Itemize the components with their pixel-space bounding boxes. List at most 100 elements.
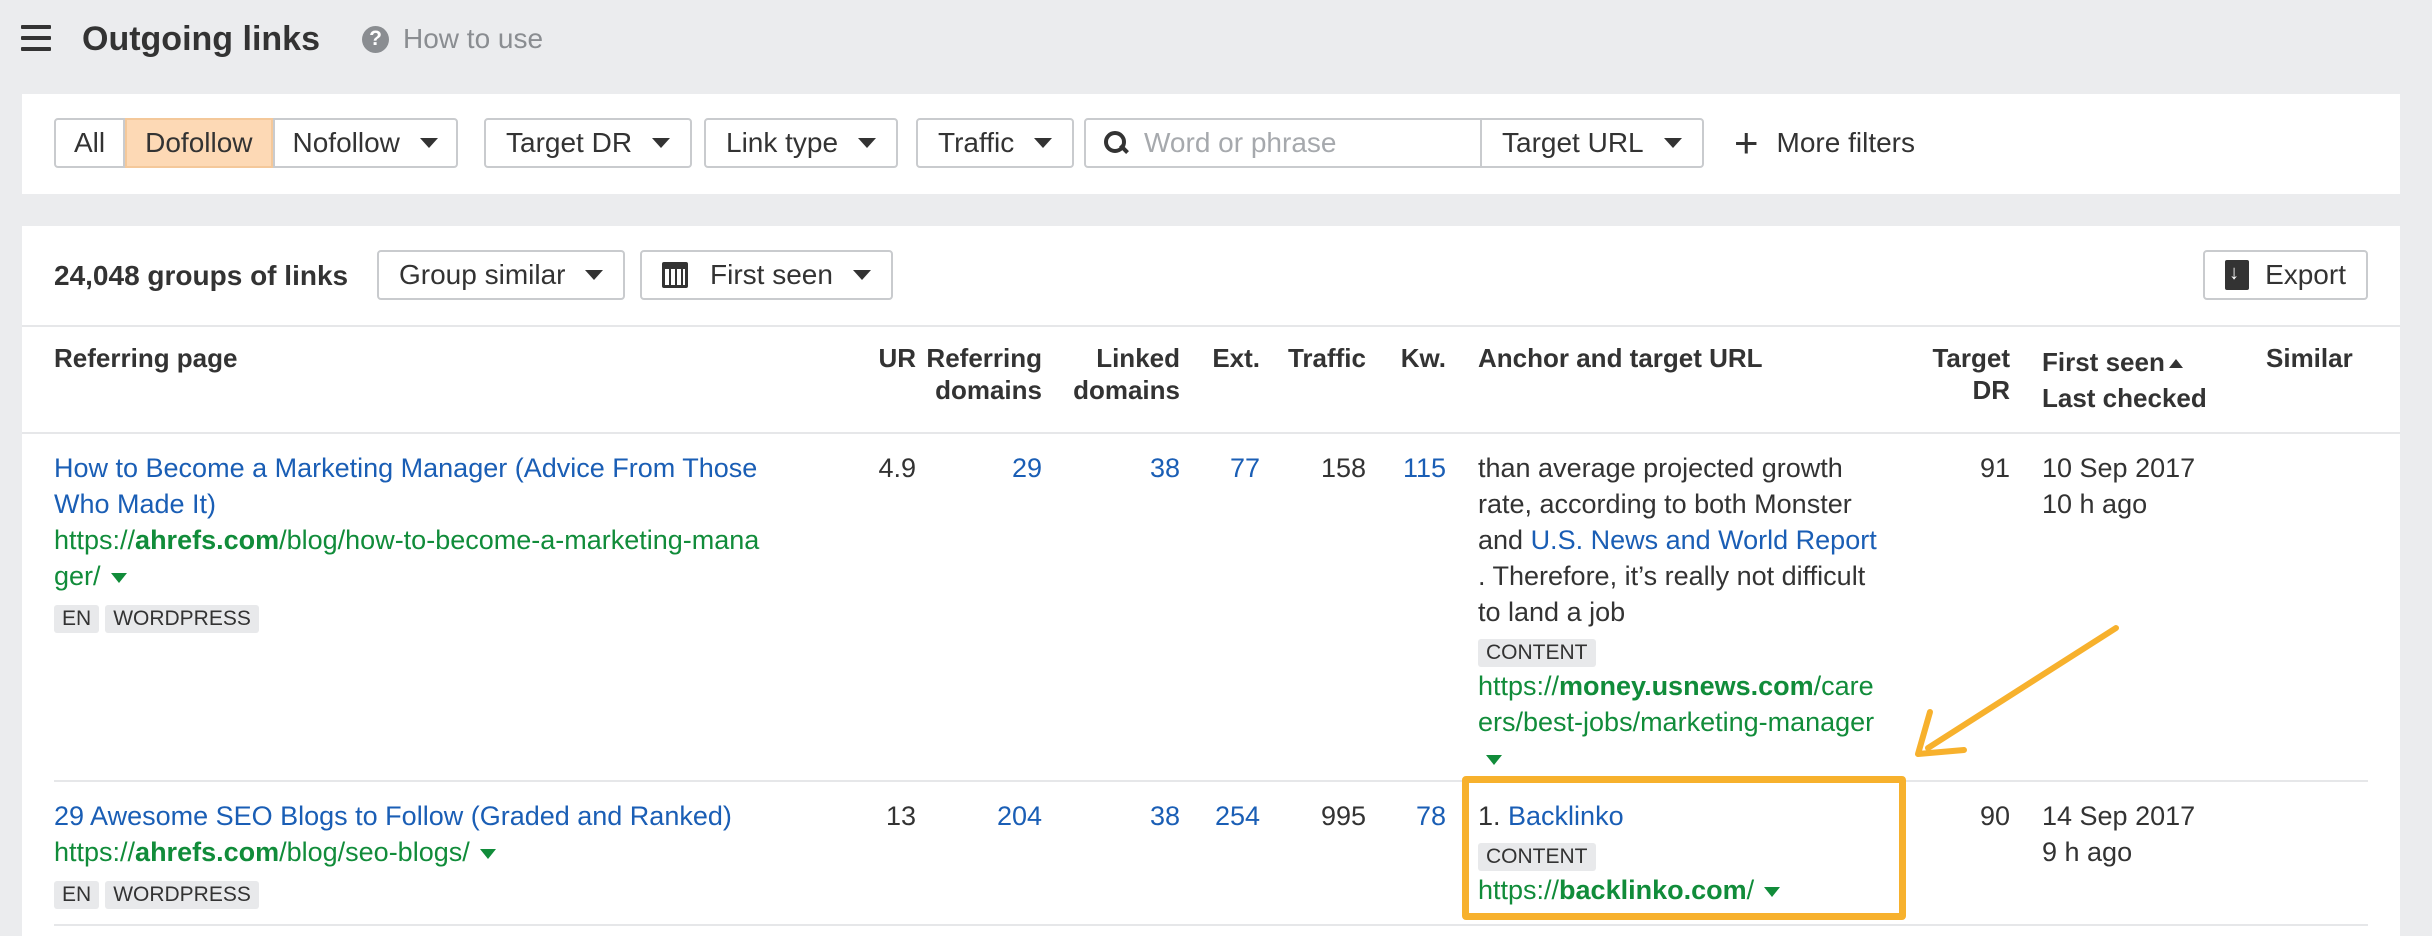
col-anchor[interactable]: Anchor and target URL [1478,342,1763,374]
referring-page-url[interactable]: https://ahrefs.com/blog/how-to-become-a-… [54,522,854,594]
ur-value: 4.9 [878,453,916,483]
search-icon [1104,131,1128,155]
dropdown-caret-icon[interactable] [110,573,127,583]
url-line: https://ahrefs.com/blog/how-to-become-a-… [54,522,854,558]
filter-all-button[interactable]: All [54,118,126,168]
search-input[interactable] [1144,127,1464,159]
annotation-arrow-icon [1915,625,2119,757]
linked-domains-value[interactable]: 38 [1062,450,1180,486]
group-similar-label: Group similar [399,259,566,290]
col-first-seen[interactable]: First seen Last checked [2042,346,2207,414]
row-divider [54,780,2368,782]
target-dr-value: 90 [1979,801,2010,831]
chevron-down-icon [419,138,438,148]
col-traffic[interactable]: Traffic [1260,342,1366,374]
results-panel: 24,048 groups of links Group similar Fir… [22,226,2400,936]
col-referring-domains-line2: domains [935,375,1042,405]
col-first-seen-line1: First seen [2042,346,2207,378]
anchor-link[interactable]: U.S. News and World Report [1531,525,1877,555]
hamburger-menu-icon[interactable] [21,25,51,51]
referring-domains-value[interactable]: 29 [922,450,1042,486]
link-type-dropdown[interactable]: Link type [704,118,899,168]
referring-page-url[interactable]: https://ahrefs.com/blog/seo-blogs/ [54,834,854,870]
groups-count: 24,048 groups of links [54,260,349,291]
url-path: /care [1813,671,1874,701]
col-similar[interactable]: Similar [2266,342,2353,374]
url-path: ger/ [54,561,101,591]
col-referring-domains[interactable]: Referring domains [902,342,1042,406]
target-dr-label: Target DR [506,127,633,158]
calendar-icon [662,262,688,288]
chevron-down-icon [1663,138,1682,148]
anchor-text: and U.S. News and World Report [1478,522,1918,558]
title-line: Who Made It) [54,489,217,519]
col-ext[interactable]: Ext. [1190,342,1260,374]
follow-type-segmented-control: All Dofollow Nofollow [54,118,458,168]
kw-value[interactable]: 115 [1366,450,1446,486]
referring-page-title-link[interactable]: How to Become a Marketing Manager (Advic… [54,450,854,522]
how-to-use-label: How to use [403,23,544,54]
target-url[interactable]: https://money.usnews.com/care ers/best-j… [1478,668,1918,776]
dropdown-caret-icon[interactable] [1486,755,1502,765]
more-filters-button[interactable]: + More filters [1734,122,1915,164]
ur-value: 13 [885,801,916,831]
col-referring-domains-line1: Referring [926,343,1042,373]
anchor-text-part: and [1478,525,1531,555]
target-dr-value: 91 [1979,453,2010,483]
tags: EN WORDPRESS [54,598,854,634]
table-row: How to Become a Marketing Manager (Advic… [54,450,854,634]
filter-panel: All Dofollow Nofollow Target DR Link typ… [22,94,2400,194]
group-similar-dropdown[interactable]: Group similar [377,250,626,300]
help-icon: ? [362,25,389,53]
col-linked-domains-line1: Linked [1096,343,1180,373]
target-url-line: ers/best-jobs/marketing-manager [1478,707,1875,737]
tag-language: EN [54,605,100,633]
linked-domains-value[interactable]: 38 [1062,798,1180,834]
url-prefix: https:// [1478,671,1560,701]
first-seen-dropdown[interactable]: First seen [640,250,893,300]
col-linked-domains-line2: domains [1073,375,1180,405]
url-path: /blog/how-to-become-a-marketing-mana [279,525,760,555]
url-path: /blog/seo-blogs/ [279,837,470,867]
plus-icon: + [1734,119,1759,166]
col-linked-domains[interactable]: Linked domains [1042,342,1180,406]
col-last-checked: Last checked [2042,383,2207,413]
more-filters-label: More filters [1776,127,1915,158]
dropdown-caret-icon[interactable] [479,849,496,859]
ext-value[interactable]: 254 [1190,798,1260,834]
tag-content: CONTENT [1478,639,1596,667]
col-kw[interactable]: Kw. [1366,342,1446,374]
chevron-down-icon [852,270,871,280]
col-target-dr[interactable]: Target DR [1922,342,2010,406]
target-url-dropdown[interactable]: Target URL [1480,118,1704,168]
last-checked-value: 9 h ago [2042,837,2133,867]
export-button[interactable]: Export [2203,250,2368,300]
traffic-value: 995 [1320,801,1366,831]
traffic-value: 158 [1320,453,1366,483]
filter-nofollow-dropdown[interactable]: Nofollow [272,118,458,168]
top-bar: Outgoing links ? How to use [0,0,2432,80]
page-title: Outgoing links [82,20,320,58]
chevron-down-icon [858,138,877,148]
traffic-dropdown[interactable]: Traffic [916,118,1075,168]
title-line: How to Become a Marketing Manager (Advic… [54,453,758,483]
traffic-label: Traffic [938,127,1015,158]
tag-platform: WORDPRESS [105,605,259,633]
sort-ascending-icon [2168,359,2183,368]
anchor-text: . Therefore, it’s really not difficult [1478,561,1866,591]
target-dr-dropdown[interactable]: Target DR [484,118,693,168]
chevron-down-icon [652,138,671,148]
referring-domains-value[interactable]: 204 [922,798,1042,834]
first-seen-label: First seen [710,259,833,290]
col-referring-page[interactable]: Referring page [54,342,238,374]
kw-value[interactable]: 78 [1366,798,1446,834]
filter-dofollow-button[interactable]: Dofollow [125,118,273,168]
url-prefix: https:// [54,525,136,555]
how-to-use-link[interactable]: ? How to use [362,23,543,55]
target-url-label: Target URL [1502,127,1644,158]
target-url-line: https://money.usnews.com/care [1478,668,1918,704]
divider [22,432,2400,434]
referring-page-title-link[interactable]: 29 Awesome SEO Blogs to Follow (Graded a… [54,798,854,834]
col-target-dr-line1: Target [1932,343,2010,373]
ext-value[interactable]: 77 [1190,450,1260,486]
